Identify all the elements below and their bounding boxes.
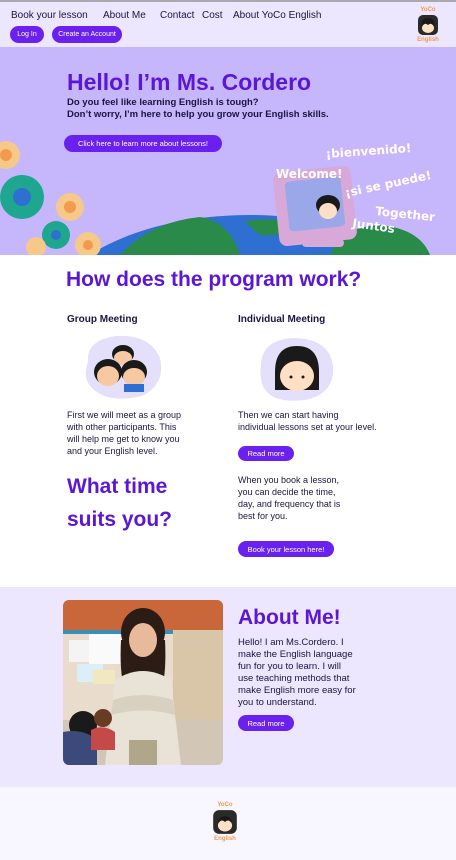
about-read-more-button[interactable]: Read more (238, 715, 294, 731)
footer-logo[interactable]: YoCo English (211, 802, 239, 843)
about-text-line: make the English language (238, 649, 353, 660)
group-text-line: will help me get to know you (67, 434, 180, 444)
hero-subtitle: Do you feel like learning English is tou… (67, 97, 329, 121)
hero-subtitle-line-1: Do you feel like learning English is tou… (67, 97, 259, 108)
about-title: About Me! (238, 606, 341, 629)
group-meeting-heading: Group Meeting (67, 314, 138, 325)
time-title-line-1: What time (67, 475, 168, 498)
logo-top-text: YoCo (420, 7, 436, 13)
logo-face-icon (418, 15, 438, 35)
group-text-line: with other participants. This (67, 422, 177, 432)
group-text-line: and your English level. (67, 446, 158, 456)
about-text-line: Hello! I am Ms.Cordero. I (238, 637, 344, 648)
about-text-line: you to understand. (238, 697, 317, 708)
login-button[interactable]: Log In (10, 26, 44, 43)
flower-icon (0, 141, 101, 255)
individual-read-more-button[interactable]: Read more (238, 446, 294, 461)
program-title: How does the program work? (66, 268, 362, 291)
time-title-line-2: suits you? (67, 508, 173, 531)
footer-logo-face-icon (213, 810, 237, 834)
bubble-welcome: Welcome! (276, 167, 343, 181)
footer-logo-top-text: YoCo (217, 802, 233, 808)
hero-title: Hello! I’m Ms. Cordero (67, 69, 312, 95)
group-text-line: First we will meet as a group (67, 410, 182, 420)
bubble-si-se-puede: ¡si se puede! (344, 168, 433, 200)
nav-cost[interactable]: Cost (202, 10, 223, 21)
logo-bottom-text: English (417, 37, 439, 43)
individual-meeting-icon (260, 338, 334, 401)
about-text-line: use teaching methods that (238, 673, 350, 684)
bubble-bienvenido: ¡bienvenido! (325, 141, 412, 161)
nav-about-yoco[interactable]: About YoCo English (233, 10, 321, 21)
top-nav: Book your lesson About Me Contact Cost A… (0, 2, 456, 47)
about-text-line: make English more easy for (238, 685, 356, 696)
time-text-line: best for you. (238, 511, 288, 521)
individual-text-line: Then we can start having (238, 410, 339, 420)
teacher-photo (63, 600, 223, 765)
individual-meeting-heading: Individual Meeting (238, 314, 326, 325)
individual-text-line: individual lessons set at your level. (238, 422, 377, 432)
individual-meeting-text: Then we can start having individual less… (238, 409, 377, 433)
create-account-button[interactable]: Create an Account (52, 26, 122, 43)
time-text-line: day, and frequency that is (238, 499, 341, 509)
time-title: What time suits you? (67, 470, 172, 536)
about-text-line: fun for you to learn. I will (238, 661, 341, 672)
nav-about-me[interactable]: About Me (103, 10, 146, 21)
yoco-logo[interactable]: YoCo English (414, 7, 442, 44)
book-lesson-button[interactable]: Book your lesson here! (238, 541, 334, 557)
about-text: Hello! I am Ms.Cordero. I make the Engli… (238, 637, 356, 709)
nav-book-lesson[interactable]: Book your lesson (11, 10, 88, 21)
time-text-line: you can decide the time, (238, 487, 336, 497)
time-text-line: When you book a lesson, (238, 475, 340, 485)
learn-more-lessons-button[interactable]: Click here to learn more about lessons! (64, 135, 222, 152)
time-text: When you book a lesson, you can decide t… (238, 474, 340, 522)
footer-logo-bottom-text: English (214, 836, 236, 842)
group-meeting-icon (85, 335, 162, 399)
hero-section: ¡bienvenido! Welcome! ¡si se puede! Toge… (0, 47, 456, 255)
hero-subtitle-line-2: Don’t worry, I’m here to help you grow y… (67, 109, 329, 120)
nav-contact[interactable]: Contact (160, 10, 194, 21)
group-meeting-text: First we will meet as a group with other… (67, 409, 181, 457)
